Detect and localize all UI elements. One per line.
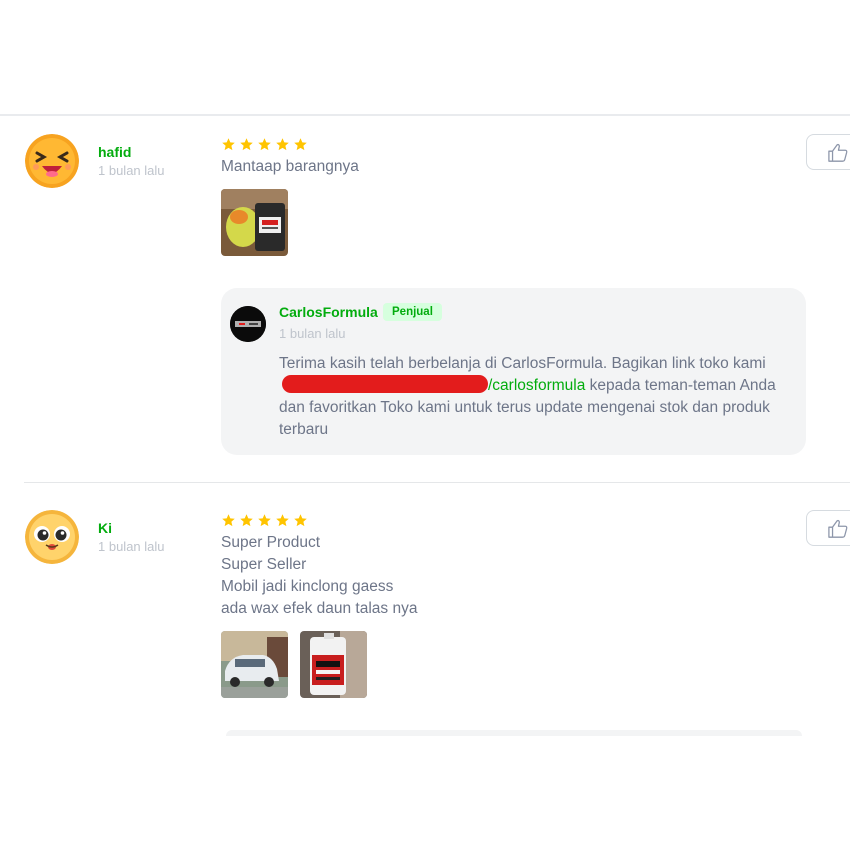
like-button[interactable] bbox=[806, 134, 850, 170]
review-text-line: Mobil jadi kinclong gaess bbox=[221, 578, 394, 595]
star-icon bbox=[222, 514, 235, 527]
star-icon bbox=[276, 514, 289, 527]
review-text-line: ada wax efek daun talas nya bbox=[221, 600, 418, 617]
seller-avatar bbox=[230, 306, 266, 342]
star-icon bbox=[240, 514, 253, 527]
review-time: 1 bulan lalu bbox=[98, 163, 165, 178]
header-divider bbox=[0, 114, 850, 116]
thumbs-up-icon bbox=[828, 519, 848, 538]
thumbs-up-icon bbox=[828, 143, 848, 162]
review-photo[interactable] bbox=[221, 189, 288, 256]
review-photo[interactable] bbox=[300, 631, 367, 698]
reviewer-name[interactable]: hafid bbox=[98, 144, 131, 160]
reviewer-name[interactable]: Ki bbox=[98, 520, 112, 536]
rating-stars bbox=[221, 137, 308, 152]
review-text-line: Super Product bbox=[221, 534, 321, 551]
reply-text: Terima kasih telah berbelanja di CarlosF… bbox=[279, 353, 789, 441]
review-text-line: Super Seller bbox=[221, 556, 307, 573]
reply-time: 1 bulan lalu bbox=[279, 326, 346, 341]
review-text-line: Mantaap barangnya bbox=[221, 158, 359, 175]
seller-badge: Penjual bbox=[383, 303, 442, 321]
rating-stars bbox=[221, 513, 308, 528]
star-icon bbox=[240, 138, 253, 151]
seller-reply bbox=[226, 730, 802, 736]
review-time: 1 bulan lalu bbox=[98, 539, 165, 554]
star-icon bbox=[294, 514, 307, 527]
review-photo[interactable] bbox=[221, 631, 288, 698]
review-text: Super Product Super Seller Mobil jadi ki… bbox=[221, 532, 781, 620]
star-icon bbox=[258, 138, 271, 151]
user-avatar bbox=[25, 134, 79, 188]
seller-reply: CarlosFormula Penjual 1 bulan lalu Terim… bbox=[221, 288, 806, 455]
user-avatar bbox=[25, 510, 79, 564]
star-icon bbox=[258, 514, 271, 527]
like-button[interactable] bbox=[806, 510, 850, 546]
star-icon bbox=[276, 138, 289, 151]
star-icon bbox=[294, 138, 307, 151]
star-icon bbox=[222, 138, 235, 151]
review-divider bbox=[24, 482, 850, 483]
reply-text-part1: Terima kasih telah berbelanja di CarlosF… bbox=[279, 355, 766, 372]
seller-name[interactable]: CarlosFormula bbox=[279, 304, 378, 320]
store-link[interactable]: /carlosformula bbox=[488, 377, 585, 394]
redaction-mark bbox=[282, 375, 488, 393]
review-text: Mantaap barangnya bbox=[221, 156, 781, 178]
